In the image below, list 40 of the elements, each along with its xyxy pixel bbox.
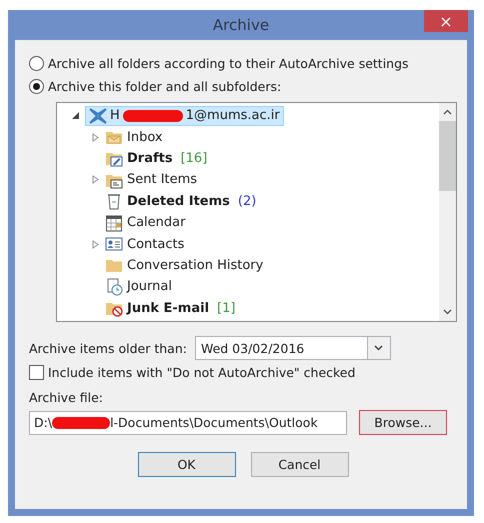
account-item[interactable]: H 1@mums.ac.ir — [85, 106, 284, 126]
folder-item[interactable]: Journal — [71, 276, 439, 298]
account-icon — [89, 108, 107, 124]
older-than-label: Archive items older than: — [29, 340, 187, 356]
radio-button[interactable] — [29, 79, 44, 94]
folder-item[interactable]: Junk E-mail [1] — [71, 298, 439, 319]
folder-item[interactable]: Inbox — [71, 126, 439, 148]
redaction-mark — [52, 416, 110, 428]
dialog-button[interactable]: Cancel — [250, 452, 348, 477]
dialog-button[interactable]: OK — [138, 452, 236, 477]
trash-icon — [105, 192, 123, 210]
browse-button[interactable]: Browse... — [359, 410, 447, 435]
collapsed-arrow-icon[interactable] — [92, 132, 100, 142]
archive-file-label: Archive file: — [29, 390, 104, 405]
archive-file-field[interactable]: D:\ l-Documents\Documents\Outlook — [29, 410, 347, 434]
scroll-down-icon[interactable] — [443, 309, 452, 315]
radio-button[interactable] — [29, 56, 44, 71]
folder-item[interactable]: Calendar — [71, 212, 439, 234]
scroll-thumb[interactable] — [439, 121, 456, 191]
collapsed-arrow-icon[interactable] — [92, 240, 100, 249]
folder-item[interactable]: Deleted Items (2) — [71, 190, 439, 212]
close-button[interactable]: × — [424, 10, 468, 32]
folder-item[interactable]: Conversation History — [71, 254, 439, 276]
scroll-up-icon[interactable] — [443, 109, 452, 115]
expanded-arrow-icon[interactable] — [72, 111, 80, 120]
folder-item[interactable]: Contacts — [71, 233, 439, 255]
checkbox[interactable] — [29, 365, 44, 380]
redaction-mark — [122, 110, 183, 122]
journal-clock-icon — [105, 278, 123, 296]
dropdown-caret-icon[interactable] — [374, 345, 384, 351]
contact-card-icon — [105, 235, 123, 254]
calendar-icon — [105, 214, 123, 232]
option-label: Archive this folder and all subfolders: — [48, 79, 282, 94]
collapsed-arrow-icon[interactable] — [92, 175, 100, 184]
folder-item[interactable]: Sent Items — [71, 169, 439, 191]
folder-item[interactable]: Drafts [16] — [71, 148, 439, 170]
checkbox-label: Include items with "Do not AutoArchive" checked — [48, 365, 356, 380]
window-title: Archive — [212, 16, 270, 34]
option-label: Archive all folders according to their AutoArchive settings — [48, 56, 409, 71]
scrollbar[interactable] — [439, 103, 456, 321]
